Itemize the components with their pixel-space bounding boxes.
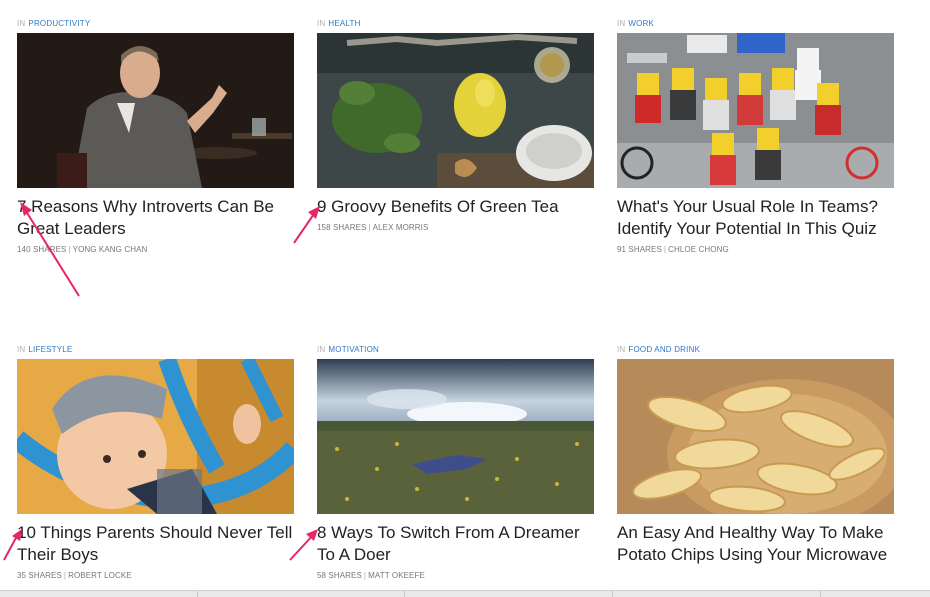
article-title[interactable]: 8 Ways To Switch From A Dreamer To A Doe… [317,522,594,566]
annotation-arrow [289,529,318,561]
in-label: IN [17,345,26,354]
article-title[interactable]: 9 Groovy Benefits Of Green Tea [317,196,594,218]
category-link[interactable]: HEALTH [328,19,360,28]
article-title[interactable]: What's Your Usual Role In Teams? Identif… [617,196,894,240]
category-line: IN MOTIVATION [317,345,594,355]
category-line: IN FOOD AND DRINK [617,345,894,355]
article-image[interactable] [17,359,294,514]
share-count: 58 SHARES [317,571,362,580]
annotation-arrow [293,206,320,244]
in-label: IN [617,19,626,28]
article-card: IN LIFESTYLE 10 Things Parents Should Nev… [17,345,294,580]
article-image[interactable] [617,33,894,188]
article-card: IN FOOD AND DRINK An Easy And Healthy Way… [617,345,894,566]
author-link[interactable]: CHLOE CHONG [668,245,729,254]
article-image[interactable] [17,33,294,188]
in-label: IN [317,19,326,28]
article-meta: 58 SHARES | MATT OKEEFE [317,571,425,580]
category-line: IN LIFESTYLE [17,345,294,355]
category-link[interactable]: MOTIVATION [328,345,379,354]
article-card: IN MOTIVATION 8 Ways To Switch From A Dre… [317,345,594,580]
article-image[interactable] [317,359,594,514]
category-line: IN PRODUCTIVITY [17,19,294,29]
article-image[interactable] [617,359,894,514]
author-link[interactable]: ALEX MORRIS [373,223,429,232]
share-count: 158 SHARES [317,223,367,232]
article-title[interactable]: An Easy And Healthy Way To Make Potato C… [617,522,894,566]
annotation-arrow [3,529,22,561]
in-label: IN [317,345,326,354]
article-title[interactable]: 10 Things Parents Should Never Tell Thei… [17,522,294,566]
article-meta: 158 SHARES | ALEX MORRIS [317,223,429,232]
share-count: 91 SHARES [617,245,662,254]
author-link[interactable]: ROBERT LOCKE [68,571,132,580]
in-label: IN [617,345,626,354]
category-link[interactable]: WORK [628,19,654,28]
annotation-arrow [20,202,80,297]
article-meta: 91 SHARES | CHLOE CHONG [617,245,729,254]
article-card: IN HEALTH 9 Groovy Benefits Of Green Tea … [317,19,594,232]
article-card: IN WORK What's Your Usual Role In Teams? … [617,19,894,254]
share-count: 35 SHARES [17,571,62,580]
category-link[interactable]: LIFESTYLE [28,345,72,354]
category-line: IN HEALTH [317,19,594,29]
author-link[interactable]: MATT OKEEFE [368,571,425,580]
in-label: IN [17,19,26,28]
category-link[interactable]: FOOD AND DRINK [628,345,700,354]
category-line: IN WORK [617,19,894,29]
article-meta: 35 SHARES | ROBERT LOCKE [17,571,132,580]
category-link[interactable]: PRODUCTIVITY [28,19,90,28]
article-image[interactable] [317,33,594,188]
